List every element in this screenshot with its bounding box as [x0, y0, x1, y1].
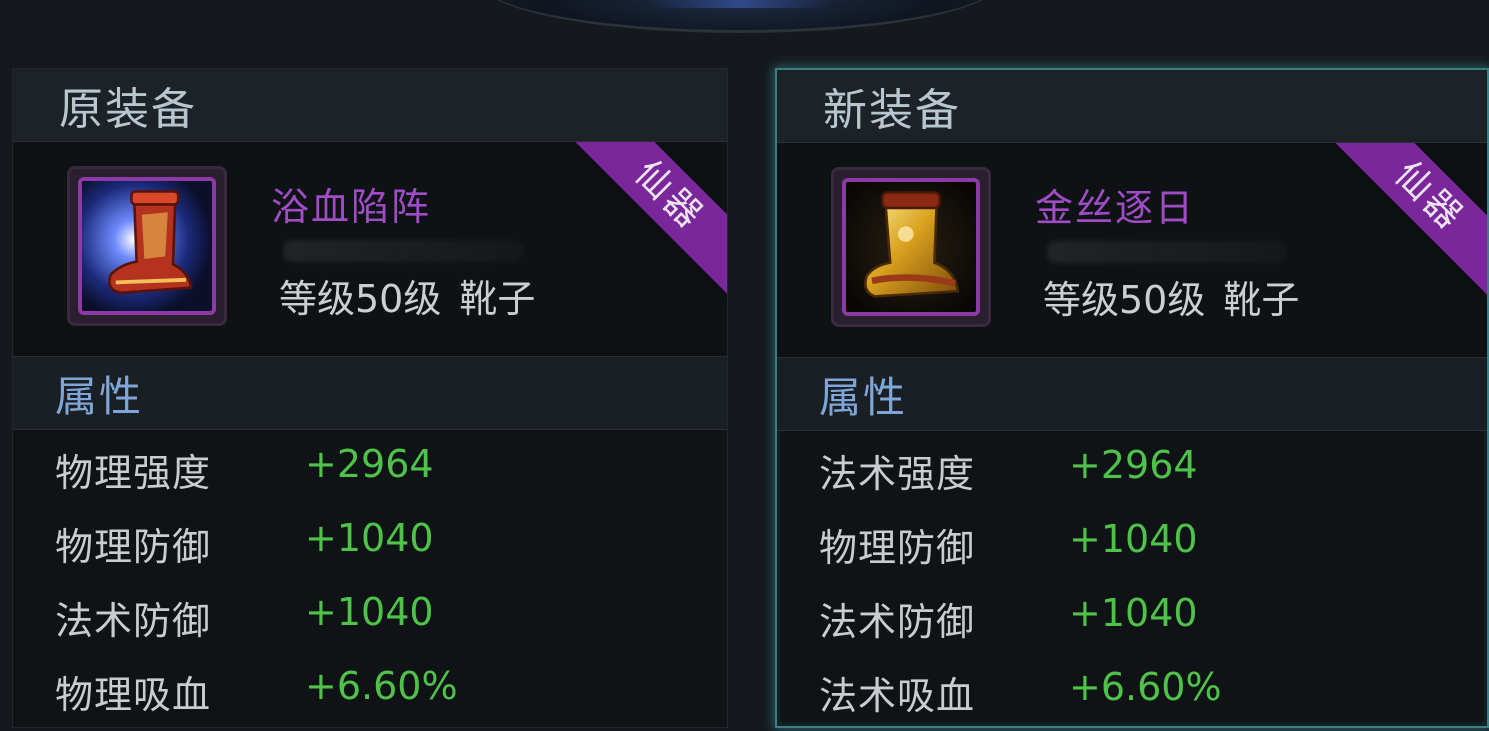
item-icon-slot[interactable]	[831, 167, 991, 327]
panel-header: 原装备	[13, 69, 727, 142]
gold-boot-icon	[842, 178, 980, 316]
stat-value: +1040	[305, 516, 434, 560]
item-level: 等级50级	[1043, 278, 1206, 322]
attributes-title: 属性	[55, 372, 144, 421]
stat-name: 法术强度	[819, 452, 976, 496]
stat-row: 物理防御 +1040	[13, 508, 727, 582]
item-icon-slot[interactable]	[67, 166, 227, 326]
grade-label: 仙器	[626, 152, 713, 239]
attributes-header: 属性	[777, 357, 1487, 431]
stat-value: +1040	[1069, 517, 1198, 561]
stat-row: 物理防御 +1040	[777, 509, 1487, 583]
stat-name: 物理防御	[819, 526, 976, 570]
attributes-header: 属性	[13, 356, 727, 430]
blurred-text	[1047, 241, 1287, 263]
item-name: 浴血陷阵	[271, 185, 432, 229]
top-glow	[650, 0, 830, 8]
stat-row: 物理强度 +2964	[13, 434, 727, 508]
attributes-title: 属性	[819, 373, 908, 422]
stat-value: +2964	[305, 442, 434, 486]
panel-title: 原装备	[59, 84, 197, 135]
item-name: 金丝逐日	[1035, 186, 1196, 230]
stat-value: +1040	[305, 590, 434, 634]
stat-row: 法术吸血 +6.60%	[777, 657, 1487, 731]
blurred-text	[283, 240, 523, 262]
item-level-slot: 等级50级 靴子	[279, 268, 535, 323]
grade-label: 仙器	[1386, 153, 1473, 240]
stat-list: 法术强度 +2964 物理防御 +1040 法术防御 +1040 法术吸血 +6…	[777, 431, 1487, 731]
old-equipment-panel: 原装备 浴血陷阵 等级50级 靴子 仙器 属性 物理强度 +2964 物理防御 …	[12, 68, 728, 728]
stat-name: 法术防御	[55, 599, 212, 643]
item-level: 等级50级	[279, 277, 442, 321]
item-level-slot: 等级50级 靴子	[1043, 269, 1299, 324]
stat-value: +2964	[1069, 443, 1198, 487]
stat-name: 物理吸血	[55, 673, 212, 717]
stat-value: +6.60%	[305, 664, 458, 708]
item-slot: 靴子	[1223, 278, 1300, 322]
panel-title: 新装备	[823, 85, 961, 136]
stat-name: 法术防御	[819, 600, 976, 644]
new-equipment-panel: 新装备 金丝逐日 等级50级 靴子 仙器 属性 法术强度 +2964 物理防御 …	[775, 68, 1489, 728]
stat-name: 物理强度	[55, 451, 212, 495]
grade-ribbon: 仙器	[1331, 143, 1487, 295]
item-info: 浴血陷阵 等级50级 靴子 仙器	[13, 142, 727, 356]
grade-ribbon: 仙器	[571, 142, 727, 294]
stat-row: 物理吸血 +6.60%	[13, 656, 727, 730]
stat-name: 物理防御	[55, 525, 212, 569]
stat-value: +6.60%	[1069, 665, 1222, 709]
stat-name: 法术吸血	[819, 674, 976, 718]
panel-header: 新装备	[777, 70, 1487, 143]
item-info: 金丝逐日 等级50级 靴子 仙器	[777, 143, 1487, 357]
stat-list: 物理强度 +2964 物理防御 +1040 法术防御 +1040 物理吸血 +6…	[13, 430, 727, 730]
stat-row: 法术防御 +1040	[777, 583, 1487, 657]
item-slot: 靴子	[459, 277, 536, 321]
red-boot-icon	[78, 177, 216, 315]
stat-row: 法术防御 +1040	[13, 582, 727, 656]
stat-row: 法术强度 +2964	[777, 435, 1487, 509]
stat-value: +1040	[1069, 591, 1198, 635]
